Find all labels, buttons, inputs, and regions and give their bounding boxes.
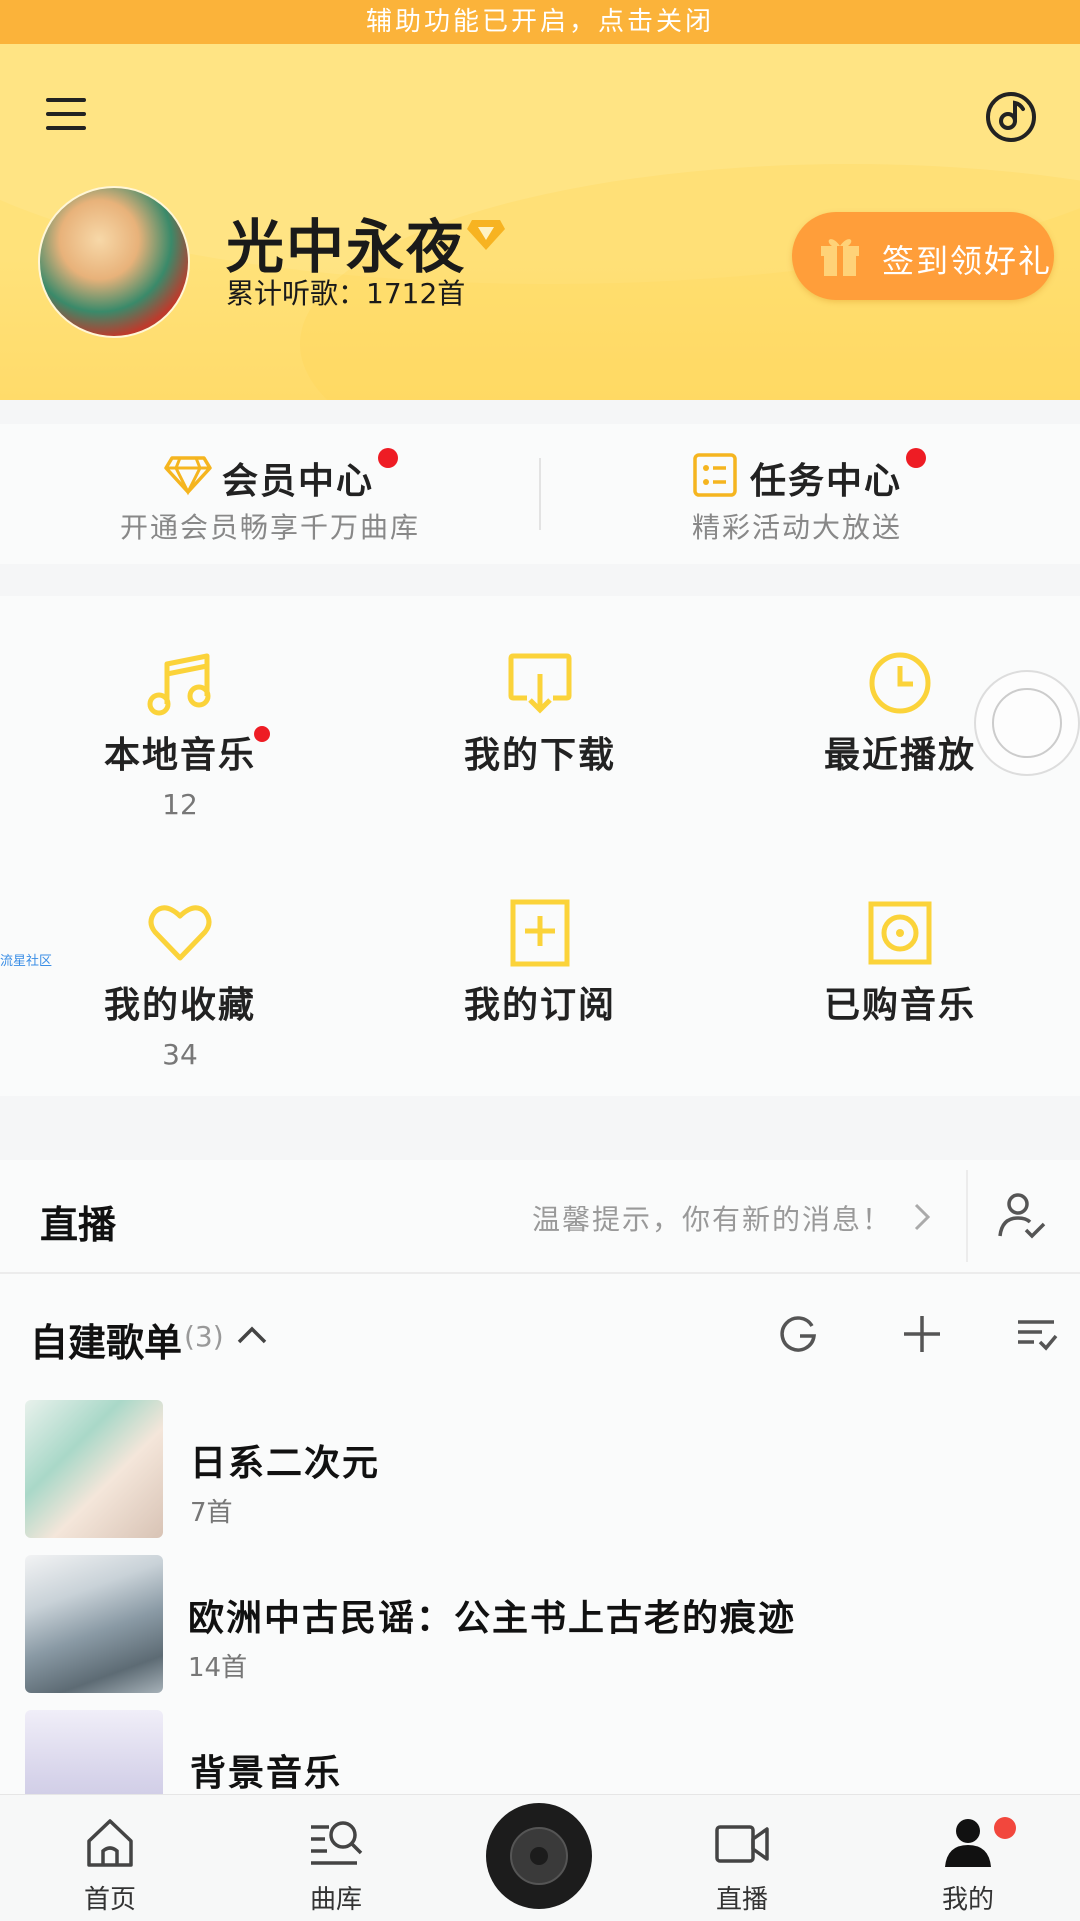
task-title: 任务中心: [750, 461, 903, 502]
chevron-right-icon: [914, 1203, 931, 1231]
grid-label: 已购音乐: [823, 985, 976, 1026]
grid-item-subscriptions[interactable]: 我的订阅: [360, 846, 720, 1096]
menu-icon[interactable]: [46, 98, 86, 138]
vip-diamond-icon[interactable]: [466, 216, 506, 252]
playlist-section: 自建歌单 (3) 日系二次元 7首 欧洲中古民谣：公主书上古老的痕迹 14首 背…: [0, 1274, 1080, 1848]
playlist-item[interactable]: 欧洲中古民谣：公主书上古老的痕迹 14首: [0, 1555, 1080, 1710]
playlist-count: (3): [184, 1320, 224, 1353]
member-center[interactable]: 会员中心 开通会员畅享千万曲库: [0, 424, 540, 564]
grid-label: 我的订阅: [463, 985, 616, 1026]
follow-user-icon[interactable]: [996, 1190, 1048, 1242]
task-subtitle: 精彩活动大放送: [692, 511, 903, 544]
clock-icon: [869, 652, 931, 714]
diamond-icon: [164, 456, 212, 496]
playlist-item[interactable]: 日系二次元 7首: [0, 1400, 1080, 1555]
grid-item-downloads[interactable]: 我的下载: [360, 596, 720, 846]
chevron-up-icon[interactable]: [236, 1324, 268, 1346]
local-music-red-dot: [254, 726, 270, 742]
nav-label: 曲库: [309, 1885, 362, 1915]
heart-icon: [148, 905, 212, 961]
nav-label: 首页: [83, 1885, 136, 1915]
member-red-dot: [378, 448, 398, 468]
feature-grid: 本地音乐 12 我的下载 最近播放 我的收藏 34 我的订阅 已购音乐: [0, 596, 1080, 1096]
manage-list-icon[interactable]: [1014, 1312, 1058, 1356]
member-task-row: 会员中心 开通会员畅享千万曲库 任务中心 精彩活动大放送: [0, 424, 1080, 564]
download-icon: [508, 653, 572, 714]
playlist-name: 背景音乐: [190, 1753, 343, 1794]
playlist-name: 日系二次元: [190, 1443, 381, 1484]
bottom-nav: 首页 曲库 直播 我的: [0, 1794, 1080, 1921]
nav-mine[interactable]: 我的: [888, 1795, 1048, 1921]
listen-count: 累计听歌：1712首: [226, 277, 466, 310]
avatar[interactable]: [38, 186, 190, 338]
grid-item-purchased[interactable]: 已购音乐: [720, 846, 1080, 1096]
signin-label: 签到领好礼: [882, 242, 1053, 280]
grid-label: 本地音乐: [103, 735, 256, 776]
playlist-song-count: 14首: [188, 1653, 248, 1683]
grid-label: 我的下载: [463, 735, 616, 776]
signin-gift-button[interactable]: 签到领好礼: [792, 212, 1054, 300]
purchased-music-icon: [868, 901, 932, 965]
add-icon[interactable]: [900, 1312, 944, 1356]
grid-label: 我的收藏: [103, 985, 256, 1026]
task-red-dot: [906, 448, 926, 468]
import-playlist-icon[interactable]: [776, 1312, 820, 1356]
playlist-name: 欧洲中古民谣：公主书上古老的痕迹: [188, 1598, 797, 1639]
member-title: 会员中心: [222, 461, 375, 502]
playlist-song-count: 7首: [190, 1498, 233, 1528]
music-note-icon: [147, 653, 211, 716]
video-camera-icon: [715, 1825, 769, 1863]
divider: [966, 1170, 968, 1262]
task-center[interactable]: 任务中心 精彩活动大放送: [540, 424, 1080, 564]
nav-label: 直播: [715, 1885, 768, 1915]
nav-home[interactable]: 首页: [30, 1795, 190, 1921]
profile-icon: [945, 1819, 991, 1867]
mine-red-dot: [994, 1817, 1016, 1839]
playlist-section-title[interactable]: 自建歌单: [30, 1312, 182, 1367]
grid-count: 12: [162, 788, 198, 821]
music-recognition-icon[interactable]: [984, 90, 1038, 144]
floating-assistive-button[interactable]: [974, 670, 1080, 776]
playlist-cover: [25, 1555, 163, 1693]
grid-item-local-music[interactable]: 本地音乐 12: [0, 596, 360, 846]
nav-live[interactable]: 直播: [662, 1795, 822, 1921]
task-list-icon: [693, 453, 737, 497]
live-row[interactable]: 直播 温馨提示，你有新的消息！: [0, 1160, 1080, 1274]
side-tag[interactable]: 流星社区: [0, 950, 52, 969]
now-playing-disc[interactable]: [486, 1803, 592, 1909]
nav-library[interactable]: 曲库: [256, 1795, 416, 1921]
grid-count: 34: [162, 1038, 198, 1071]
gift-icon: [818, 232, 862, 278]
nav-label: 我的: [941, 1885, 994, 1915]
library-search-icon: [311, 1821, 363, 1865]
accessibility-banner[interactable]: 辅助功能已开启，点击关闭: [0, 0, 1080, 44]
live-tip[interactable]: 温馨提示，你有新的消息！: [532, 1198, 892, 1238]
member-subtitle: 开通会员畅享千万曲库: [120, 511, 421, 544]
live-title: 直播: [40, 1203, 117, 1247]
subscribe-icon: [510, 899, 570, 967]
grid-item-favorites[interactable]: 我的收藏 34: [0, 846, 360, 1096]
home-icon: [87, 1819, 133, 1867]
playlist-cover: [25, 1400, 163, 1538]
